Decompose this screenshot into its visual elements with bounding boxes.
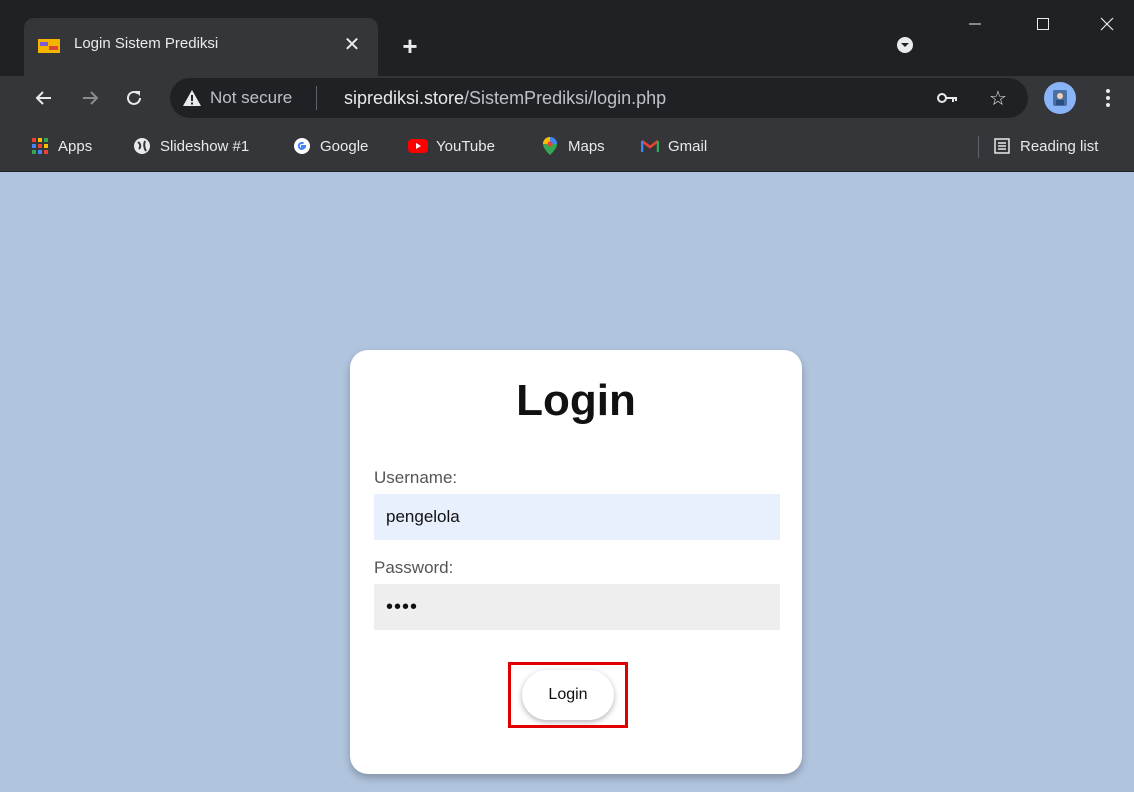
youtube-icon [408,136,428,156]
bookmark-gmail[interactable]: Gmail [640,132,707,160]
back-arrow-icon[interactable] [26,80,62,116]
maximize-icon[interactable] [1016,0,1070,48]
login-card: Login Username: pengelola Password: ••••… [350,350,802,774]
bookmark-maps[interactable]: Maps [540,132,605,160]
google-icon [292,136,312,156]
bookmark-label: Google [320,137,369,155]
password-key-icon[interactable] [934,86,962,110]
bookmark-label: Slideshow #1 [160,137,250,155]
reading-list-icon [992,136,1012,156]
username-label: Username: [374,468,458,487]
bookmark-label: Apps [58,137,93,155]
url-host: siprediksi.store [344,88,465,108]
reload-icon[interactable] [116,80,152,116]
security-status[interactable]: Not secure [210,88,292,108]
globe-icon [132,136,152,156]
bookmark-label: Gmail [668,137,708,155]
bookmarks-bar: Apps Slideshow #1 Google YouTube Maps Gm… [0,124,1134,172]
bookmark-slideshow[interactable]: Slideshow #1 [132,132,249,160]
profile-avatar-icon[interactable] [1044,82,1076,114]
bookmark-star-icon[interactable]: ☆ [984,84,1012,112]
tab-close-icon[interactable]: ✕ [338,30,366,58]
apps-grid-icon [30,136,50,156]
forward-arrow-icon[interactable] [72,80,108,116]
gmail-icon [640,136,660,156]
url-path: /SistemPrediksi/login.php [464,88,667,108]
bookmark-label: YouTube [436,137,495,155]
window-close-icon[interactable] [1080,0,1134,48]
page-viewport: Login Username: pengelola Password: ••••… [0,172,1134,792]
bookmark-label: Maps [568,137,605,155]
bookmarks-divider [978,136,979,158]
new-tab-icon[interactable]: + [392,28,428,64]
warning-triangle-icon[interactable] [182,88,202,108]
browser-menu-icon[interactable] [1094,82,1122,114]
bookmark-google[interactable]: Google [292,132,368,160]
address-bar[interactable]: Not secure siprediksi.store/SistemPredik… [170,78,1028,118]
minimize-icon[interactable] [948,0,1002,48]
site-favicon-icon [38,39,60,53]
bookmark-youtube[interactable]: YouTube [408,132,495,160]
password-field[interactable]: •••• [374,584,780,630]
username-field[interactable]: pengelola [374,494,780,540]
reading-list-button[interactable]: Reading list [992,132,1098,160]
url-text[interactable]: siprediksi.store/SistemPrediksi/login.ph… [344,88,666,109]
login-button[interactable]: Login [522,670,614,720]
page-title: Login [516,376,636,425]
browser-tab[interactable]: Login Sistem Prediksi ✕ [24,18,378,76]
password-label: Password: [374,558,454,577]
reading-list-label: Reading list [1020,137,1099,155]
browser-toolbar: Not secure siprediksi.store/SistemPredik… [0,76,1134,124]
maps-pin-icon [540,136,560,156]
tab-strip: Login Sistem Prediksi ✕ + [0,0,1134,76]
tab-title: Login Sistem Prediksi [74,35,219,52]
omnibox-divider [316,86,317,110]
tab-search-icon[interactable] [892,32,918,58]
bookmark-apps[interactable]: Apps [30,132,92,160]
